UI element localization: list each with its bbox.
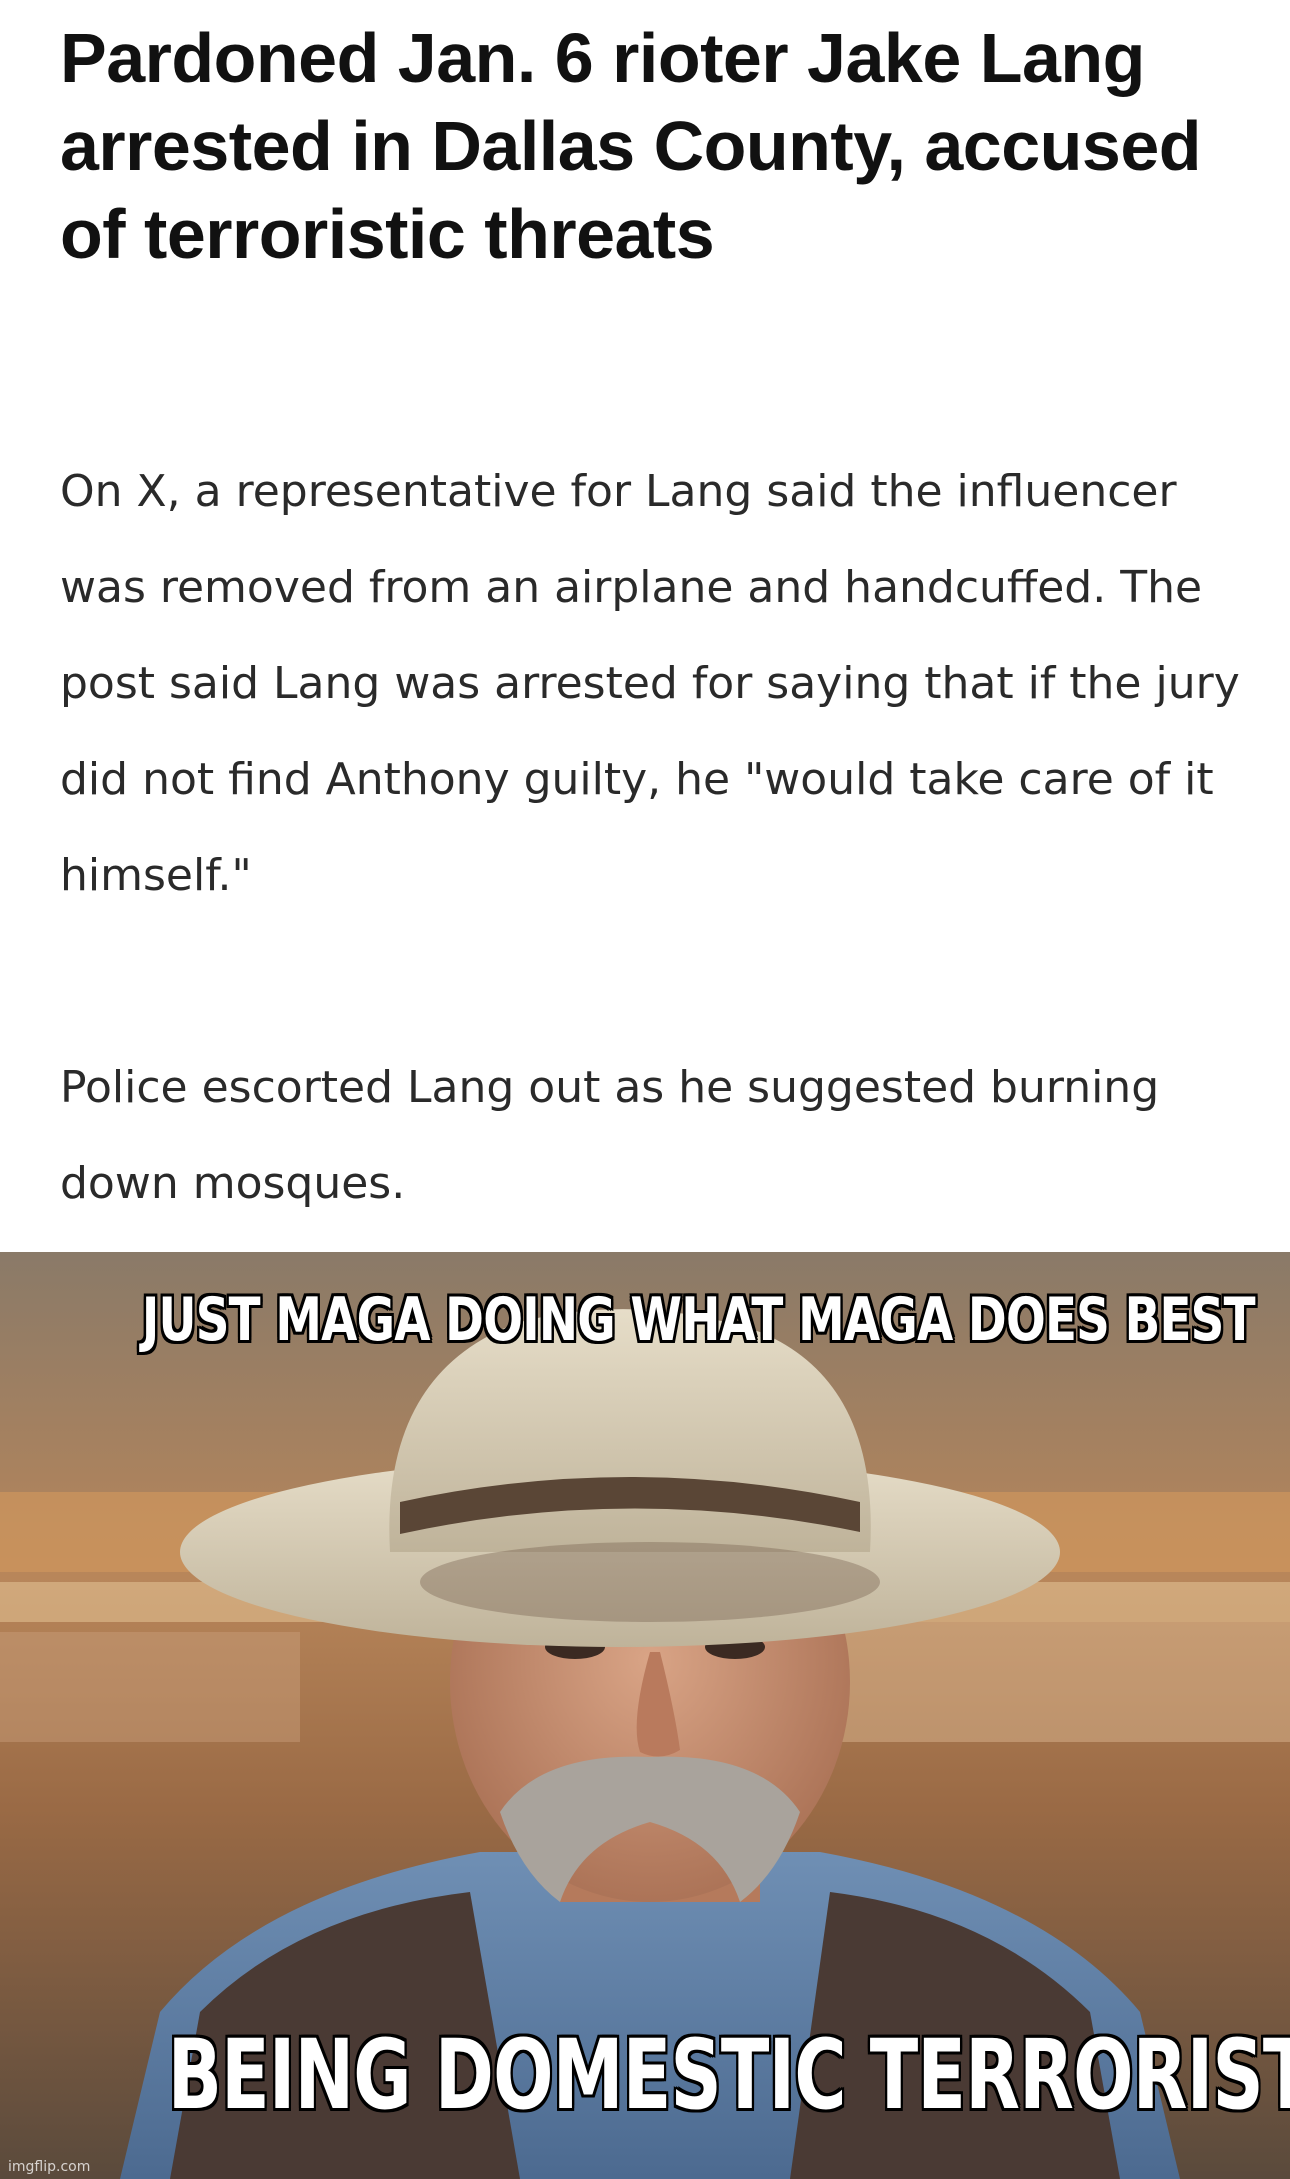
article-paragraph-1: On X, a representative for Lang said the… — [60, 466, 1240, 901]
meme-image: JUST MAGA DOING WHAT MAGA DOES BEST BEIN… — [0, 1252, 1290, 2179]
article-headline: Pardoned Jan. 6 rioter Jake Lang arreste… — [60, 19, 1202, 273]
meme-top-caption: JUST MAGA DOING WHAT MAGA DOES BEST — [141, 1284, 1257, 1357]
imgflip-watermark: imgflip.com — [8, 2159, 91, 2175]
article-paragraph-2: Police escorted Lang out as he suggested… — [60, 1062, 1160, 1209]
meme-bottom-caption: BEING DOMESTIC TERRORISTS — [167, 2019, 1290, 2132]
article-section: Pardoned Jan. 6 rioter Jake Lang arreste… — [0, 0, 1290, 1252]
